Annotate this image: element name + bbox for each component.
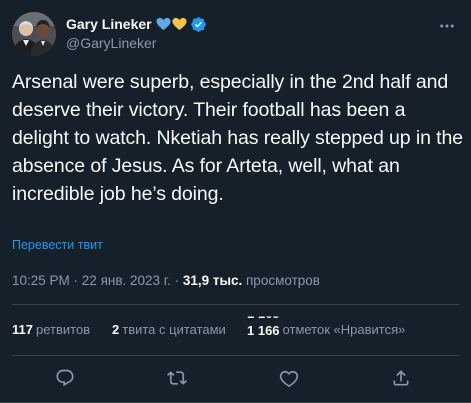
views-label: просмотров [242,273,320,288]
name-row: Gary Lineker [66,14,207,34]
heart-emojis [156,17,187,31]
profile-photo-icon [12,12,56,56]
avatar[interactable] [12,12,56,56]
like-icon [279,370,299,388]
tweet-header: Gary Lineker @GaryLineker [12,12,459,56]
reply-icon [56,369,74,387]
blue-heart-icon [156,17,171,31]
retweets-stat[interactable]: 117 ретвитов [12,322,90,337]
tweet-text: Arsenal were superb, especially in the 2… [12,71,463,205]
more-dots-icon [440,24,454,28]
share-button[interactable] [389,366,413,390]
views-count: 31,9 тыс. [182,273,243,288]
translate-tweet-link[interactable]: Перевести твит [12,238,103,252]
display-name[interactable]: Gary Lineker [66,16,152,32]
meta-separator: · [170,273,183,288]
user-handle[interactable]: @GaryLineker [66,35,207,51]
yellow-heart-icon [172,17,187,31]
more-options-button[interactable] [435,14,459,38]
reply-button[interactable] [53,366,77,390]
likes-label: отметок «Нравится» [282,322,406,337]
likes-count-wrap: 1 165 1 166 [247,316,280,339]
tweet-meta: 10:25 PM · 22 янв. 2023 г. · 31,9 тыс. п… [12,273,320,288]
quotes-stat[interactable]: 2 твита с цитатами [112,322,226,337]
likes-stat[interactable]: 1 165 1 166 отметок «Нравится» [247,316,405,339]
divider [12,355,459,356]
retweets-count: 117 [12,322,33,337]
like-button[interactable] [277,366,301,390]
divider [12,304,459,305]
tweet-stats: 117 ретвитов 2 твита с цитатами 1 165 1 16… [12,316,459,346]
likes-count: 1 166 [247,323,280,338]
retweet-button[interactable] [165,366,189,390]
tweet-actions [12,362,459,394]
meta-separator: · [69,273,82,288]
tweet-card: Gary Lineker @GaryLineker Arsenal were s… [0,0,471,403]
tweet-date[interactable]: 22 янв. 2023 г. [82,273,171,288]
likes-count-previous: 1 165 [247,306,280,322]
verified-badge-icon[interactable] [190,16,207,33]
quotes-label: твита с цитатами [122,322,226,337]
tweet-time[interactable]: 10:25 PM [12,273,70,288]
share-icon [393,370,409,386]
user-block: Gary Lineker @GaryLineker [66,14,207,51]
retweet-icon [167,371,187,385]
quotes-count: 2 [112,322,120,337]
retweets-label: ретвитов [35,322,91,337]
